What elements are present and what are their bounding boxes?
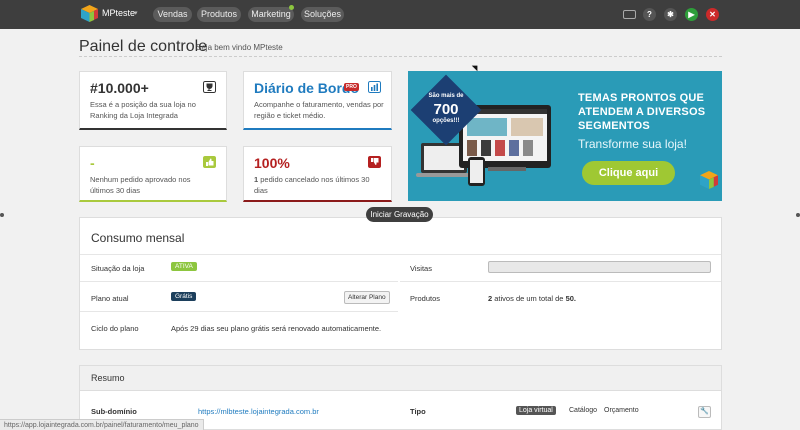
subdominio-label: Sub-domínio xyxy=(91,407,137,416)
marketing-new-dot xyxy=(289,5,294,10)
nav-produtos[interactable]: Produtos xyxy=(197,7,241,22)
divider xyxy=(80,311,398,312)
screen-icon[interactable] xyxy=(623,10,636,19)
nav-solucoes[interactable]: Soluções xyxy=(301,7,344,22)
ranking-desc: Essa é a posição da sua loja no Ranking … xyxy=(90,100,196,120)
offer-badge-top: São mais de xyxy=(428,93,464,99)
ciclo-value: Após 29 dias seu plano grátis será renov… xyxy=(171,324,382,333)
help-icon[interactable]: ? xyxy=(643,8,656,21)
divider xyxy=(80,281,398,282)
pedidos-cancelados-card[interactable]: 100% 1 pedido cancelado nos últimos 30 d… xyxy=(243,146,392,202)
status-badge: ATIVA xyxy=(171,262,197,271)
produtos-label: Produtos xyxy=(410,294,441,303)
frame-handle xyxy=(0,213,4,217)
gear-icon[interactable]: ✱ xyxy=(664,8,677,21)
consumo-title: Consumo mensal xyxy=(91,231,185,245)
diario-desc: Acompanhe o faturamento, vendas por regi… xyxy=(254,100,384,120)
chevron-down-icon[interactable]: ▾ xyxy=(134,9,138,17)
tipo-orcamento[interactable]: Orçamento xyxy=(604,407,639,414)
banner-line-3: SEGMENTOS xyxy=(578,120,650,132)
alterar-plano-button[interactable]: Alterar Plano xyxy=(344,291,390,304)
cancelados-text: pedido cancelado nos últimos 30 dias xyxy=(254,175,370,195)
plano-badge: Grátis xyxy=(171,292,197,301)
recording-tooltip[interactable]: Iniciar Gravação xyxy=(366,207,433,222)
plano-label: Plano atual xyxy=(91,294,129,303)
banner-subtitle: Transforme sua loja! xyxy=(578,137,687,151)
nav-marketing[interactable]: Marketing xyxy=(248,7,294,22)
divider xyxy=(80,254,721,255)
visitas-progress-bar xyxy=(488,261,711,273)
top-bar: MPteste ▾ Vendas Produtos Marketing Solu… xyxy=(0,0,800,29)
divider xyxy=(400,281,721,282)
trophy-icon xyxy=(203,81,216,93)
produtos-text: ativos de um total de xyxy=(494,294,564,303)
phone-illustration xyxy=(468,157,485,186)
thumbs-up-icon xyxy=(203,156,216,168)
status-bar-url: https://app.lojaintegrada.com.br/painel/… xyxy=(0,419,204,430)
produtos-total: 50. xyxy=(565,294,577,303)
diario-card[interactable]: Diário de Bordo PRO Acompanhe o faturame… xyxy=(243,71,392,130)
visitas-label: Visitas xyxy=(410,264,432,273)
loja-integrada-logo[interactable] xyxy=(81,5,98,22)
page-subtitle: Seja bem vindo MPteste xyxy=(196,43,283,52)
produtos-count: 2 xyxy=(488,294,493,303)
cube-logo-icon xyxy=(700,171,718,189)
thumbs-down-icon xyxy=(368,156,381,168)
resumo-title: Resumo xyxy=(91,373,125,383)
banner-cta-button[interactable]: Clique aqui xyxy=(582,161,675,185)
monitor-stand xyxy=(488,167,526,171)
offer-badge-number: 700 xyxy=(433,101,459,118)
store-name[interactable]: MPteste xyxy=(102,8,135,18)
aprovados-value: - xyxy=(90,155,95,171)
themes-banner[interactable]: São mais de 700 opções!!! TEMAS PRONTOS … xyxy=(408,71,722,201)
produtos-value: 2 ativos de um total de 50. xyxy=(488,294,576,303)
situacao-label: Situação da loja xyxy=(91,264,145,273)
page-title: Painel de controle xyxy=(79,38,208,55)
wrench-icon[interactable]: 🔧 xyxy=(698,406,711,418)
ciclo-label: Ciclo do plano xyxy=(91,324,139,333)
consumo-mensal-panel: Consumo mensal Situação da loja ATIVA Pl… xyxy=(79,217,722,350)
banner-line-2: ATENDEM A DIVERSOS xyxy=(578,106,706,118)
pedidos-aprovados-card[interactable]: - Nenhum pedido aprovado nos últimos 30 … xyxy=(79,146,227,202)
ranking-card[interactable]: #10.000+ Essa é a posição da sua loja no… xyxy=(79,71,227,130)
cancelados-count: 1 xyxy=(254,175,259,184)
laptop-base xyxy=(416,173,474,177)
pro-badge: PRO xyxy=(344,83,359,91)
close-icon[interactable]: ✕ xyxy=(706,8,719,21)
cancelados-value: 100% xyxy=(254,155,290,171)
resumo-header: Resumo xyxy=(80,366,721,391)
bar-chart-icon xyxy=(368,81,381,93)
tipo-loja-virtual[interactable]: Loja virtual xyxy=(516,406,556,415)
tipo-catalogo[interactable]: Catálogo xyxy=(569,407,597,414)
title-divider xyxy=(79,56,722,57)
aprovados-desc: Nenhum pedido aprovado nos últimos 30 di… xyxy=(90,175,191,195)
ranking-value: #10.000+ xyxy=(90,80,149,96)
cancelados-desc: 1 pedido cancelado nos últimos 30 dias xyxy=(254,174,374,196)
tipo-label: Tipo xyxy=(410,407,426,416)
frame-handle xyxy=(796,213,800,217)
play-icon[interactable]: ▶ xyxy=(685,8,698,21)
nav-vendas[interactable]: Vendas xyxy=(153,7,192,22)
subdominio-link[interactable]: https://mlbteste.lojaintegrada.com.br xyxy=(198,407,319,416)
banner-line-1: TEMAS PRONTOS QUE xyxy=(578,92,705,104)
offer-badge-bottom: opções!!! xyxy=(432,118,460,124)
